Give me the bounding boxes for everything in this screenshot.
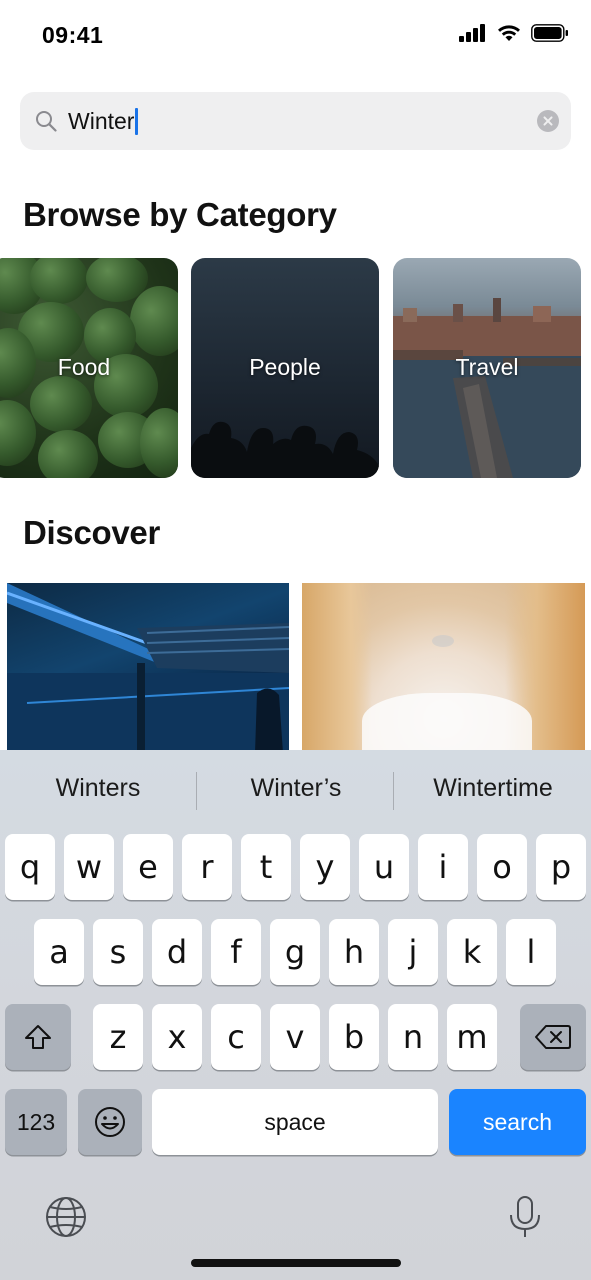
key-n[interactable]: n	[388, 1004, 438, 1070]
key-m[interactable]: m	[447, 1004, 497, 1070]
cellular-signal-icon	[459, 24, 485, 42]
key-o[interactable]: o	[477, 834, 527, 900]
suggestion-divider	[196, 772, 197, 810]
key-t[interactable]: t	[241, 834, 291, 900]
status-time: 09:41	[42, 22, 104, 48]
discover-photo-2[interactable]	[302, 583, 585, 753]
people-silhouettes	[191, 421, 379, 478]
browse-by-category-title: Browse by Category	[23, 196, 337, 233]
delete-icon	[535, 1025, 571, 1049]
discover-photo-1[interactable]	[7, 583, 289, 753]
key-y[interactable]: y	[300, 834, 350, 900]
key-x[interactable]: x	[152, 1004, 202, 1070]
shift-key[interactable]	[5, 1004, 71, 1070]
category-card-people[interactable]: People	[191, 258, 379, 478]
key-u[interactable]: u	[359, 834, 409, 900]
key-v[interactable]: v	[270, 1004, 320, 1070]
key-c[interactable]: c	[211, 1004, 261, 1070]
space-key[interactable]: space	[152, 1089, 438, 1155]
suggestion-3[interactable]: Wintertime	[395, 774, 591, 803]
key-a[interactable]: a	[34, 919, 84, 985]
clear-icon[interactable]	[537, 110, 559, 132]
search-input-value: Winter	[68, 108, 135, 134]
battery-icon	[531, 24, 568, 42]
category-card-travel[interactable]: Travel	[393, 258, 581, 478]
discover-title: Discover	[23, 514, 161, 551]
suggestion-bar: Winters Winter’s Wintertime	[0, 750, 591, 830]
suggestion-2[interactable]: Winter’s	[198, 774, 394, 803]
microphone-icon[interactable]	[503, 1195, 547, 1239]
key-p[interactable]: p	[536, 834, 586, 900]
shift-icon	[25, 1025, 51, 1049]
numbers-key[interactable]: 123	[5, 1089, 67, 1155]
emoji-key[interactable]	[78, 1089, 142, 1155]
home-indicator[interactable]	[191, 1259, 401, 1267]
discover-photo-1-scene	[7, 583, 289, 753]
key-f[interactable]: f	[211, 919, 261, 985]
category-label-people: People	[249, 354, 321, 380]
key-g[interactable]: g	[270, 919, 320, 985]
emoji-icon	[95, 1107, 125, 1137]
wifi-icon	[498, 25, 520, 41]
search-input[interactable]: Winter	[68, 105, 139, 137]
text-cursor	[135, 107, 139, 135]
key-i[interactable]: i	[418, 834, 468, 900]
suggestion-divider	[393, 772, 394, 810]
status-bar: 09:41	[0, 0, 591, 72]
status-icons	[459, 24, 569, 42]
key-z[interactable]: z	[93, 1004, 143, 1070]
search-icon	[36, 111, 57, 132]
category-label-travel: Travel	[455, 354, 519, 380]
key-b[interactable]: b	[329, 1004, 379, 1070]
globe-icon[interactable]	[44, 1195, 88, 1239]
key-d[interactable]: d	[152, 919, 202, 985]
key-s[interactable]: s	[93, 919, 143, 985]
category-label-food: Food	[57, 354, 111, 380]
key-q[interactable]: q	[5, 834, 55, 900]
key-h[interactable]: h	[329, 919, 379, 985]
key-r[interactable]: r	[182, 834, 232, 900]
key-w[interactable]: w	[64, 834, 114, 900]
search-key[interactable]: search	[449, 1089, 586, 1155]
delete-key[interactable]	[520, 1004, 586, 1070]
search-bar[interactable]: Winter	[20, 92, 571, 150]
category-card-food[interactable]: Food	[0, 258, 178, 478]
key-k[interactable]: k	[447, 919, 497, 985]
suggestion-1[interactable]: Winters	[0, 774, 196, 803]
key-e[interactable]: e	[123, 834, 173, 900]
key-l[interactable]: l	[506, 919, 556, 985]
key-j[interactable]: j	[388, 919, 438, 985]
